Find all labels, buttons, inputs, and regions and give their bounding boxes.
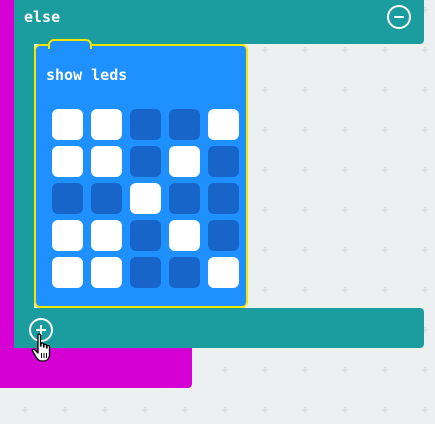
led-r1-c1[interactable] (91, 146, 122, 177)
led-r0-c2[interactable] (130, 109, 161, 140)
led-r3-c2[interactable] (130, 220, 161, 251)
led-r3-c0[interactable] (52, 220, 83, 251)
led-r1-c3[interactable] (169, 146, 200, 177)
led-r4-c3[interactable] (169, 257, 200, 288)
led-r2-c0[interactable] (52, 183, 83, 214)
led-r1-c4[interactable] (208, 146, 239, 177)
led-r0-c1[interactable] (91, 109, 122, 140)
minus-circle-icon[interactable] (387, 5, 411, 29)
else-block-header[interactable] (14, 0, 424, 44)
led-r4-c4[interactable] (208, 257, 239, 288)
led-r0-c0[interactable] (52, 109, 83, 140)
led-r3-c3[interactable] (169, 220, 200, 251)
parent-block-arm[interactable] (0, 0, 14, 388)
else-block-footer[interactable] (14, 308, 424, 348)
else-block-arm[interactable] (14, 0, 34, 348)
led-grid (52, 109, 244, 289)
led-r4-c0[interactable] (52, 257, 83, 288)
led-r2-c2[interactable] (130, 183, 161, 214)
led-r2-c4[interactable] (208, 183, 239, 214)
led-r1-c2[interactable] (130, 146, 161, 177)
show-leds-title: show leds (46, 66, 128, 84)
led-r4-c1[interactable] (91, 257, 122, 288)
hand-pointer-icon (31, 333, 51, 362)
led-r2-c1[interactable] (91, 183, 122, 214)
parent-block-footer[interactable] (0, 348, 192, 388)
led-r4-c2[interactable] (130, 257, 161, 288)
else-label: else (24, 8, 61, 26)
led-r0-c4[interactable] (208, 109, 239, 140)
led-r3-c1[interactable] (91, 220, 122, 251)
blocks-workspace[interactable]: else show leds (0, 0, 435, 424)
led-r3-c4[interactable] (208, 220, 239, 251)
led-r1-c0[interactable] (52, 146, 83, 177)
led-r2-c3[interactable] (169, 183, 200, 214)
led-r0-c3[interactable] (169, 109, 200, 140)
show-leds-notch (48, 39, 92, 49)
